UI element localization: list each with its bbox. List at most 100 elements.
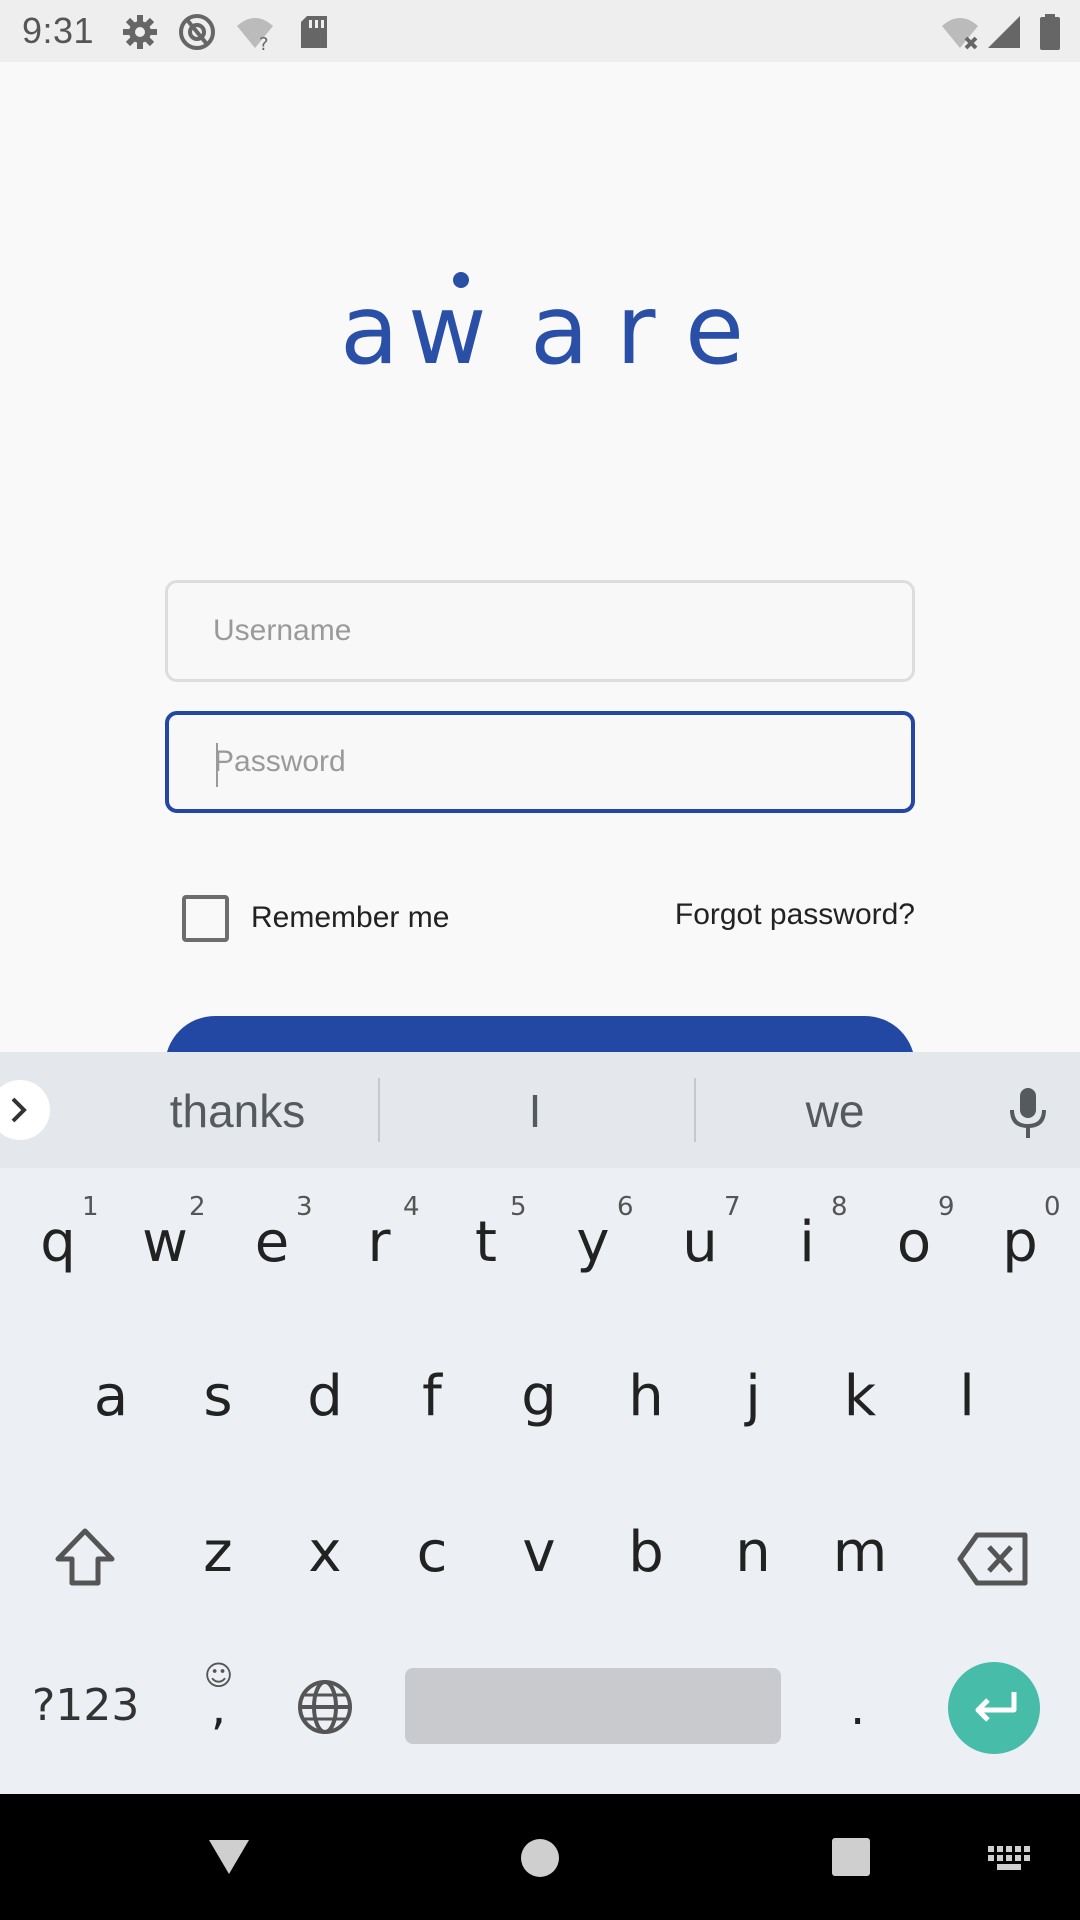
key-label: z (203, 1520, 233, 1585)
remember-me-checkbox[interactable] (182, 894, 229, 942)
key-f[interactable]: f (382, 1364, 482, 1464)
key-label: w (142, 1210, 188, 1275)
comma-emoji-key[interactable]: ☺ , (196, 1662, 241, 1742)
key-label: n (735, 1520, 771, 1585)
key-hint: 6 (617, 1192, 634, 1222)
microphone-icon[interactable] (1006, 1086, 1050, 1140)
key-l[interactable]: l (917, 1364, 1017, 1464)
key-label: f (422, 1364, 442, 1429)
key-a[interactable]: a (61, 1364, 161, 1464)
remember-me-row[interactable]: Remember me (182, 893, 449, 943)
key-hint: 3 (296, 1192, 313, 1222)
forgot-password-link[interactable]: Forgot password? (675, 898, 915, 932)
key-e[interactable]: e3 (222, 1192, 322, 1310)
key-b[interactable]: b (596, 1520, 696, 1620)
key-hint: 9 (938, 1192, 955, 1222)
suggestion-divider (694, 1078, 696, 1142)
key-hint: 2 (189, 1192, 206, 1222)
space-bar[interactable] (405, 1668, 781, 1744)
back-icon[interactable] (205, 1836, 253, 1878)
key-h[interactable]: h (596, 1364, 696, 1464)
key-label: h (628, 1364, 664, 1429)
key-label: q (40, 1210, 76, 1275)
key-label: r (367, 1210, 391, 1275)
key-y[interactable]: y6 (543, 1192, 643, 1310)
key-s[interactable]: s (168, 1364, 268, 1464)
key-p[interactable]: p0 (970, 1192, 1070, 1310)
suggestion-3[interactable]: we (720, 1084, 950, 1138)
key-label: k (843, 1364, 877, 1429)
chevron-right-icon (11, 1097, 27, 1123)
key-g[interactable]: g (489, 1364, 589, 1464)
status-time: 9:31 (22, 10, 95, 51)
return-icon (975, 1692, 1017, 1722)
key-n[interactable]: n (703, 1520, 803, 1620)
key-hint: 4 (403, 1192, 420, 1222)
key-hint: 7 (724, 1192, 741, 1222)
key-label: e (254, 1210, 290, 1275)
key-j[interactable]: j (703, 1364, 803, 1464)
key-r[interactable]: r4 (329, 1192, 429, 1310)
logo-letter-e: e (685, 274, 745, 386)
svg-text:?: ? (259, 34, 269, 52)
key-o[interactable]: o9 (864, 1192, 964, 1310)
logo-dot (453, 272, 469, 288)
logo-letter-w: w (408, 274, 487, 386)
key-label: u (682, 1210, 718, 1275)
key-label: t (475, 1210, 497, 1275)
wifi-off-icon (942, 18, 978, 50)
key-d[interactable]: d (275, 1364, 375, 1464)
username-input[interactable] (168, 583, 912, 679)
enter-key[interactable] (948, 1662, 1040, 1754)
comma-label: , (210, 1680, 227, 1736)
password-input[interactable] (169, 715, 911, 809)
key-m[interactable]: m (810, 1520, 910, 1620)
key-label: v (522, 1520, 556, 1585)
key-label: i (799, 1210, 815, 1275)
password-field[interactable] (165, 711, 915, 813)
gear-icon (123, 15, 157, 49)
key-label: s (203, 1364, 233, 1429)
key-t[interactable]: t5 (436, 1192, 536, 1310)
suggestion-1[interactable]: thanks (120, 1084, 355, 1138)
logo-letter-a2: a (530, 274, 589, 386)
key-label: x (308, 1520, 342, 1585)
key-hint: 5 (510, 1192, 527, 1222)
suggestion-2[interactable]: I (420, 1084, 650, 1138)
home-icon[interactable] (518, 1836, 562, 1880)
suggestion-divider (378, 1078, 380, 1142)
key-z[interactable]: z (168, 1520, 268, 1620)
navigation-bar (0, 1794, 1080, 1920)
status-bar: 9:31 ? (0, 0, 1080, 62)
key-k[interactable]: k (810, 1364, 910, 1464)
text-cursor (216, 743, 218, 787)
key-label: o (896, 1210, 932, 1275)
key-v[interactable]: v (489, 1520, 589, 1620)
key-i[interactable]: i8 (757, 1192, 857, 1310)
expand-toolbar-button[interactable] (0, 1080, 50, 1140)
keyboard-switch-icon[interactable] (986, 1844, 1030, 1872)
key-label: m (832, 1520, 888, 1585)
remember-me-label: Remember me (251, 901, 450, 934)
username-field[interactable] (165, 580, 915, 682)
period-key[interactable]: . (850, 1680, 865, 1736)
key-c[interactable]: c (382, 1520, 482, 1620)
key-label: d (307, 1364, 343, 1429)
key-q[interactable]: q1 (8, 1192, 108, 1310)
sd-card-icon (301, 16, 327, 48)
logo-letter-r: r (616, 274, 656, 386)
shift-icon[interactable] (54, 1527, 116, 1587)
recents-icon[interactable] (829, 1835, 873, 1879)
key-w[interactable]: w2 (115, 1192, 215, 1310)
aware-logo: a w a r e (340, 272, 744, 386)
key-label: l (959, 1364, 975, 1429)
key-label: j (745, 1364, 761, 1429)
key-x[interactable]: x (275, 1520, 375, 1620)
signal-icon (988, 16, 1020, 48)
battery-icon (1040, 14, 1060, 50)
backspace-icon[interactable] (957, 1532, 1029, 1586)
key-u[interactable]: u7 (650, 1192, 750, 1310)
symbols-key[interactable]: ?123 (32, 1680, 139, 1731)
suggestion-strip: thanks I we (0, 1052, 1080, 1168)
globe-icon[interactable] (296, 1678, 354, 1736)
